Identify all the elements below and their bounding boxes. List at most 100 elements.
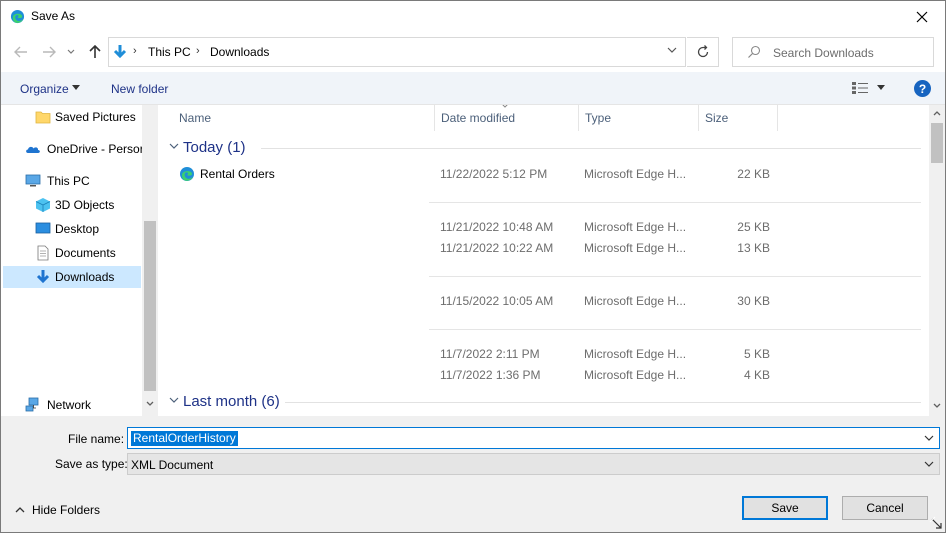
file-name: Rental Orders <box>200 167 275 181</box>
resize-grip-icon[interactable] <box>929 516 943 530</box>
back-arrow-icon <box>14 46 27 58</box>
search-input[interactable]: Search Downloads <box>732 37 934 67</box>
row-divider <box>429 276 921 277</box>
address-bar[interactable]: › This PC › Downloads <box>108 37 686 67</box>
breadcrumb-downloads[interactable]: Downloads <box>210 45 269 59</box>
recent-locations-button[interactable] <box>65 42 77 62</box>
edge-icon <box>10 9 25 24</box>
up-arrow-icon <box>89 45 101 58</box>
file-size: 4 KB <box>743 368 770 382</box>
sidebar-item-desktop[interactable]: Desktop <box>3 218 141 240</box>
column-header-name[interactable]: Name <box>173 105 435 131</box>
column-header-size[interactable]: Size <box>699 105 778 131</box>
documents-icon <box>37 245 49 261</box>
caret-down-icon[interactable] <box>877 85 885 90</box>
save-as-dialog: Save As › This PC › Downloads Search Dow… <box>0 0 946 533</box>
sidebar-item-saved-pictures[interactable]: Saved Pictures <box>3 106 141 128</box>
file-name-label: File name: <box>68 432 125 446</box>
desktop-icon <box>35 222 51 234</box>
file-row[interactable]: 11/21/2022 10:22 AM Microsoft Edge H... … <box>159 237 929 259</box>
group-header-last-month[interactable]: Last month (6) <box>169 392 921 412</box>
navigation-pane-scrollbar[interactable] <box>142 105 158 416</box>
refresh-button[interactable] <box>687 37 719 67</box>
file-size: 5 KB <box>743 347 770 361</box>
command-bar: Organize New folder ? <box>1 72 945 105</box>
sidebar-item-this-pc[interactable]: This PC <box>3 170 141 192</box>
file-row[interactable]: 11/15/2022 10:05 AM Microsoft Edge H... … <box>159 290 929 312</box>
new-folder-button[interactable]: New folder <box>111 82 168 96</box>
cancel-button[interactable]: Cancel <box>842 496 928 520</box>
file-row[interactable]: 11/7/2022 2:11 PM Microsoft Edge H... 5 … <box>159 343 929 365</box>
file-date: 11/15/2022 10:05 AM <box>440 294 554 308</box>
column-header-date-modified[interactable]: Date modified <box>435 105 579 131</box>
file-row[interactable]: 11/7/2022 1:36 PM Microsoft Edge H... 4 … <box>159 364 929 386</box>
scroll-up-arrow-icon[interactable] <box>933 111 941 116</box>
file-list-scrollbar[interactable] <box>929 105 945 416</box>
search-placeholder: Search Downloads <box>773 46 874 60</box>
breadcrumb-this-pc[interactable]: This PC <box>148 45 191 59</box>
row-divider <box>429 329 921 330</box>
navigation-pane: Saved Pictures OneDrive - Persor This PC… <box>1 105 158 416</box>
onedrive-icon <box>26 146 40 153</box>
title-bar: Save As <box>1 1 945 32</box>
folder-icon <box>35 111 51 124</box>
chevron-up-icon <box>15 507 25 513</box>
scroll-down-arrow-icon[interactable] <box>933 403 941 408</box>
sidebar-item-3d-objects[interactable]: 3D Objects <box>3 194 141 216</box>
sidebar-item-downloads[interactable]: Downloads <box>3 266 141 288</box>
file-date: 11/21/2022 10:48 AM <box>440 220 554 234</box>
save-as-type-value: XML Document <box>131 458 214 472</box>
search-icon <box>748 45 761 58</box>
file-name-value[interactable]: RentalOrderHistory <box>131 431 238 446</box>
edge-file-icon <box>180 167 194 181</box>
scrollbar-thumb[interactable] <box>931 123 943 163</box>
chevron-down-icon[interactable] <box>924 435 934 442</box>
file-name-field[interactable]: RentalOrderHistory <box>127 427 940 449</box>
file-date: 11/7/2022 2:11 PM <box>440 347 540 361</box>
refresh-icon <box>697 45 708 58</box>
sidebar-item-documents[interactable]: Documents <box>3 242 141 264</box>
sidebar-item-network[interactable]: Network <box>3 394 141 416</box>
breadcrumb-separator: › <box>133 45 137 57</box>
file-type: Microsoft Edge H... <box>584 220 687 234</box>
organize-button[interactable]: Organize <box>20 82 69 96</box>
file-row[interactable]: Rental Orders 11/22/2022 5:12 PM Microso… <box>159 163 929 185</box>
close-button[interactable] <box>899 1 945 32</box>
sidebar-item-onedrive[interactable]: OneDrive - Persor <box>3 138 144 160</box>
file-date: 11/22/2022 5:12 PM <box>440 167 548 181</box>
back-button[interactable] <box>11 42 31 62</box>
up-button[interactable] <box>85 42 105 62</box>
file-size: 30 KB <box>737 294 770 308</box>
save-as-type-select[interactable]: XML Document <box>127 453 940 475</box>
save-button[interactable]: Save <box>742 496 828 520</box>
chevron-down-icon[interactable] <box>667 47 677 54</box>
forward-button[interactable] <box>39 42 59 62</box>
downloads-location-icon <box>113 45 127 59</box>
window-title: Save As <box>31 9 76 23</box>
hide-folders-label: Hide Folders <box>32 503 101 517</box>
save-options-panel: File name: RentalOrderHistory Save as ty… <box>1 416 945 532</box>
help-button[interactable]: ? <box>914 80 931 97</box>
view-details-icon[interactable] <box>852 82 868 94</box>
downloads-icon <box>36 270 50 284</box>
file-size: 25 KB <box>737 220 770 234</box>
file-date: 11/7/2022 1:36 PM <box>440 368 541 382</box>
file-type: Microsoft Edge H... <box>584 167 687 181</box>
caret-down-icon[interactable] <box>72 85 80 90</box>
file-type: Microsoft Edge H... <box>584 241 687 255</box>
file-row[interactable]: 11/21/2022 10:48 AM Microsoft Edge H... … <box>159 216 929 238</box>
group-divider-line <box>261 148 921 149</box>
close-icon <box>916 11 928 22</box>
file-size: 13 KB <box>737 241 770 255</box>
column-divider[interactable] <box>777 105 778 131</box>
file-type: Microsoft Edge H... <box>584 347 687 361</box>
file-type: Microsoft Edge H... <box>584 294 687 308</box>
chevron-down-icon <box>67 49 75 54</box>
group-header-today[interactable]: Today (1) <box>169 138 921 158</box>
3d-objects-icon <box>35 198 51 212</box>
column-header-type[interactable]: Type <box>579 105 699 131</box>
chevron-down-icon <box>169 397 179 403</box>
file-date: 11/21/2022 10:22 AM <box>440 241 554 255</box>
scroll-down-arrow-icon[interactable] <box>146 401 154 406</box>
scrollbar-thumb[interactable] <box>144 221 156 391</box>
